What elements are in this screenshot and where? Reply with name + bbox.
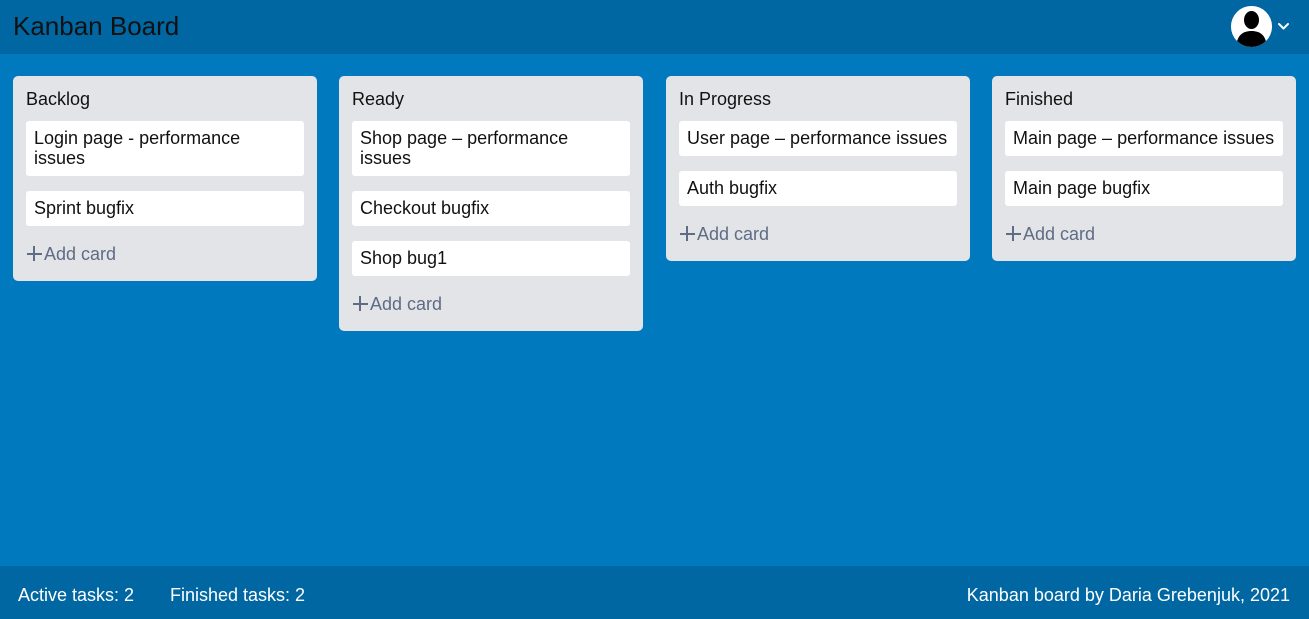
plus-icon (352, 295, 370, 313)
task-card[interactable]: Main page – performance issues (1005, 121, 1283, 156)
top-bar: Kanban Board (0, 0, 1309, 54)
add-card-button[interactable]: Add card (679, 221, 957, 247)
task-card[interactable]: Checkout bugfix (352, 191, 630, 226)
active-tasks-count: Active tasks: 2 (18, 585, 135, 605)
footer: Active tasks: 2 Finished tasks: 2 Kanban… (0, 566, 1309, 619)
task-card[interactable]: Login page - performance issues (26, 121, 304, 176)
plus-icon (679, 225, 697, 243)
task-card[interactable]: Sprint bugfix (26, 191, 304, 226)
task-card[interactable]: User page – performance issues (679, 121, 957, 156)
column-finished: Finished Main page – performance issues … (992, 76, 1296, 261)
add-card-label: Add card (44, 243, 117, 264)
footer-credit: Kanban board by Daria Grebenjuk, 2021 (966, 585, 1290, 605)
column-in-progress: In Progress User page – performance issu… (666, 76, 970, 261)
column-title: Finished (1005, 89, 1074, 109)
user-silhouette-icon (1231, 6, 1272, 47)
chevron-down-icon (1278, 23, 1289, 30)
add-card-button[interactable]: Add card (1005, 221, 1283, 247)
plus-icon (1005, 225, 1023, 243)
column-ready: Ready Shop page – performance issues Che… (339, 76, 643, 331)
add-card-label: Add card (1023, 223, 1096, 244)
column-title: Backlog (26, 89, 91, 109)
app-title: Kanban Board (13, 11, 180, 41)
plus-icon (26, 245, 44, 263)
task-card[interactable]: Shop bug1 (352, 241, 630, 276)
add-card-button[interactable]: Add card (26, 241, 304, 267)
column-title: In Progress (679, 89, 772, 109)
add-card-button[interactable]: Add card (352, 291, 630, 317)
column-backlog: Backlog Login page - performance issues … (13, 76, 317, 281)
task-card[interactable]: Auth bugfix (679, 171, 957, 206)
column-title: Ready (352, 89, 405, 109)
task-card[interactable]: Main page bugfix (1005, 171, 1283, 206)
add-card-label: Add card (370, 293, 443, 314)
finished-tasks-count: Finished tasks: 2 (170, 585, 306, 605)
add-card-label: Add card (697, 223, 770, 244)
user-menu-button[interactable] (1231, 6, 1293, 48)
task-card[interactable]: Shop page – performance issues (352, 121, 630, 176)
